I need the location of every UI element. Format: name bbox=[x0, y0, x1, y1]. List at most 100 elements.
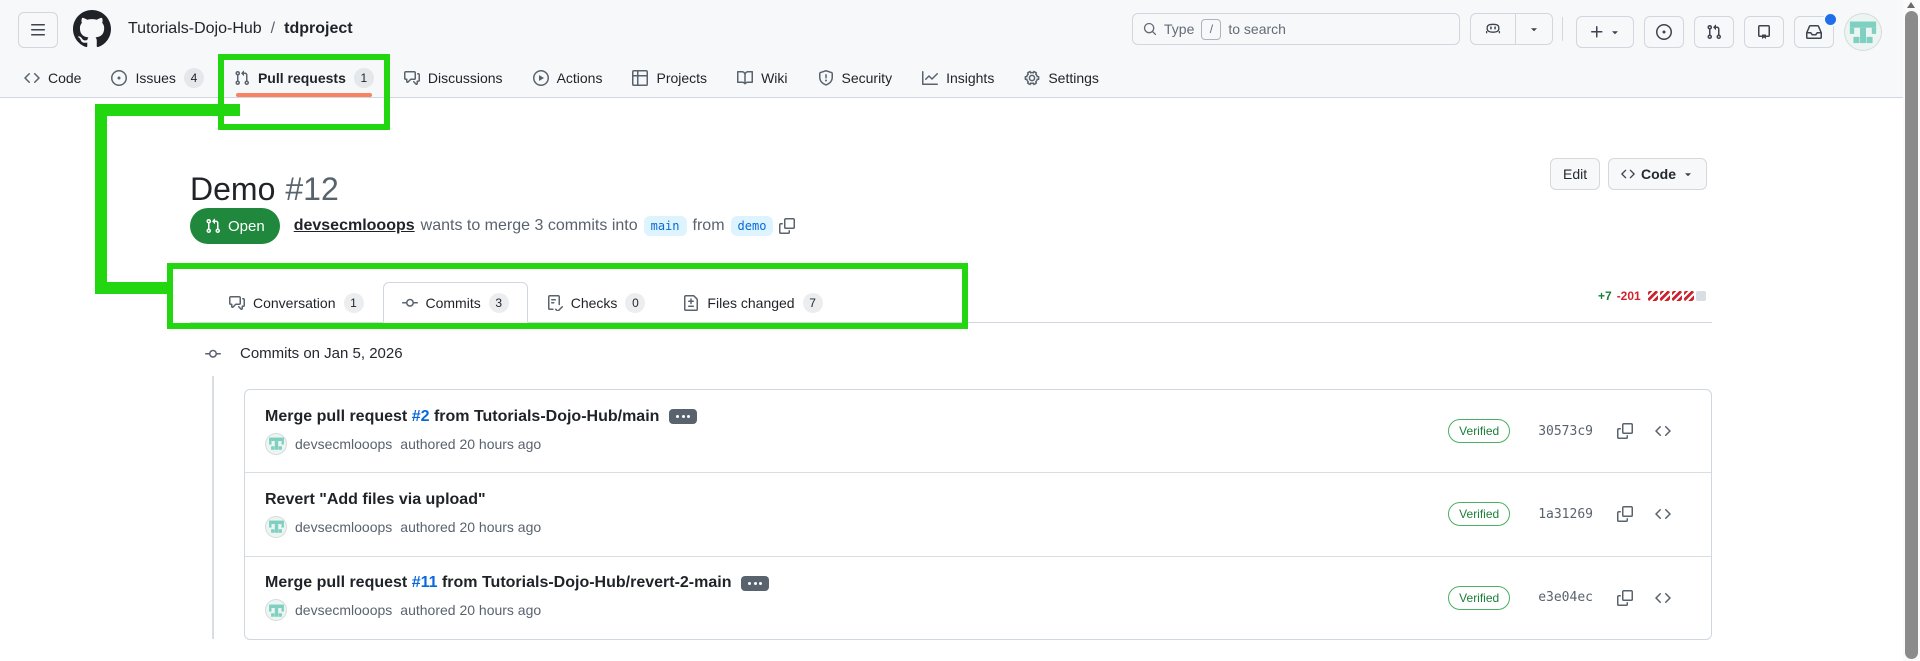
repo-nav-insights[interactable]: Insights bbox=[922, 58, 994, 98]
nav-label: Insights bbox=[946, 70, 995, 86]
browse-code-button[interactable] bbox=[1655, 423, 1671, 439]
head-branch-label[interactable]: demo bbox=[730, 216, 774, 236]
commit-author[interactable]: devsecmlooops bbox=[295, 436, 392, 452]
pr-author-link[interactable]: devsecmlooops bbox=[294, 217, 415, 235]
identicon-avatar-icon bbox=[1848, 17, 1878, 47]
pr-reference-link[interactable]: #11 bbox=[412, 574, 438, 592]
diffstat-blocks bbox=[1647, 291, 1706, 301]
repo-nav-actions[interactable]: Actions bbox=[533, 58, 603, 98]
repo-nav-wiki[interactable]: Wiki bbox=[737, 58, 788, 98]
commit-author-avatar[interactable] bbox=[265, 432, 287, 455]
nav-label: Pull requests bbox=[257, 70, 346, 86]
commit-authored-time: authored 20 hours ago bbox=[400, 602, 542, 619]
github-pr-page: Tutorials-Dojo-Hub / tdproject Type / to… bbox=[0, 0, 1920, 661]
verified-badge[interactable]: Verified bbox=[1448, 502, 1511, 527]
git-commit-icon bbox=[205, 346, 221, 362]
git-commit-icon bbox=[402, 295, 418, 311]
copy-sha-button[interactable] bbox=[1617, 423, 1633, 439]
identicon-avatar-icon bbox=[268, 602, 285, 619]
commit-row: Revert "Add files via upload" devsecmloo… bbox=[245, 472, 1711, 555]
bookmark-panel-button[interactable] bbox=[1744, 16, 1784, 48]
tab-checks[interactable]: Checks 0 bbox=[528, 282, 665, 323]
code-icon bbox=[1655, 423, 1671, 439]
play-icon bbox=[533, 70, 549, 86]
commit-actions: Verified 1a31269 bbox=[1448, 502, 1671, 527]
diffstat-block bbox=[1659, 291, 1670, 301]
repo-nav-issues[interactable]: Issues 4 bbox=[111, 58, 204, 98]
files-changed-count-badge: 7 bbox=[802, 292, 823, 313]
repo-nav-projects[interactable]: Projects bbox=[632, 58, 707, 98]
edit-button[interactable]: Edit bbox=[1550, 158, 1601, 190]
commit-author[interactable]: devsecmlooops bbox=[295, 602, 392, 618]
commits-date-header: Commits on Jan 5, 2026 bbox=[205, 345, 403, 362]
tab-files-changed[interactable]: Files changed 7 bbox=[664, 282, 841, 323]
browse-code-button[interactable] bbox=[1655, 506, 1671, 522]
diffstat: +7 -201 bbox=[1598, 289, 1712, 303]
search-placeholder-suffix: to search bbox=[1228, 21, 1286, 37]
commit-meta: devsecmlooops authored 20 hours ago bbox=[265, 599, 769, 622]
pull-requests-header-button[interactable] bbox=[1694, 16, 1734, 48]
bookmark-icon bbox=[1756, 24, 1772, 40]
commit-author-avatar[interactable] bbox=[265, 599, 287, 622]
user-avatar[interactable] bbox=[1844, 13, 1882, 51]
annotation-connector-vertical bbox=[95, 104, 107, 294]
repo-nav-settings[interactable]: Settings bbox=[1024, 58, 1099, 98]
repo-nav-code[interactable]: Code bbox=[24, 58, 81, 98]
header-divider bbox=[1562, 17, 1563, 41]
commits-count-badge: 3 bbox=[488, 292, 509, 313]
commit-author-avatar[interactable] bbox=[265, 515, 287, 538]
copy-icon bbox=[1617, 506, 1633, 522]
issues-count-badge: 4 bbox=[183, 68, 204, 88]
plus-icon bbox=[1589, 24, 1605, 40]
pr-reference-link[interactable]: #2 bbox=[412, 408, 430, 426]
scrollbar-up-arrow[interactable] bbox=[1907, 2, 1915, 8]
breadcrumb-separator: / bbox=[270, 20, 276, 37]
annotation-connector-top bbox=[95, 104, 240, 116]
repo-nav-discussions[interactable]: Discussions bbox=[404, 58, 503, 98]
nav-label: Security bbox=[841, 70, 893, 86]
merge-sentence: devsecmlooops wants to merge 3 commits i… bbox=[294, 216, 796, 236]
commit-title: Merge pull request #2 from Tutorials-Doj… bbox=[265, 408, 698, 426]
copilot-dropdown-button[interactable] bbox=[1515, 14, 1552, 44]
hamburger-menu-button[interactable] bbox=[18, 12, 58, 48]
vertical-scrollbar bbox=[1903, 0, 1920, 661]
commit-sha[interactable]: 30573c9 bbox=[1538, 424, 1593, 439]
github-logo[interactable] bbox=[72, 9, 112, 49]
commit-author[interactable]: devsecmlooops bbox=[295, 519, 392, 535]
base-branch-label[interactable]: main bbox=[643, 216, 687, 236]
commit-actions: Verified e3e04ec bbox=[1448, 585, 1671, 610]
browse-code-button[interactable] bbox=[1655, 590, 1671, 606]
repo-nav-pull-requests[interactable]: Pull requests 1 bbox=[217, 54, 390, 130]
shield-icon bbox=[818, 70, 834, 86]
checks-count-badge: 0 bbox=[625, 292, 646, 313]
search-input[interactable]: Type / to search bbox=[1132, 13, 1460, 45]
copy-sha-button[interactable] bbox=[1617, 590, 1633, 606]
code-dropdown-button[interactable]: Code bbox=[1608, 158, 1707, 190]
commit-sha[interactable]: 1a31269 bbox=[1538, 507, 1593, 522]
nav-label: Discussions bbox=[427, 70, 503, 86]
commit-message-ellipsis-button[interactable] bbox=[741, 575, 770, 591]
breadcrumb-org-link[interactable]: Tutorials-Dojo-Hub bbox=[128, 20, 262, 38]
copy-branch-button[interactable] bbox=[779, 218, 795, 234]
repo-nav-security[interactable]: Security bbox=[818, 58, 893, 98]
deletions-count: -201 bbox=[1616, 289, 1641, 303]
copy-sha-button[interactable] bbox=[1617, 506, 1633, 522]
copilot-button[interactable] bbox=[1471, 14, 1515, 44]
commit-sha[interactable]: e3e04ec bbox=[1538, 590, 1593, 605]
breadcrumb-repo-link[interactable]: tdproject bbox=[284, 20, 352, 38]
nav-label: Issues bbox=[135, 70, 176, 86]
nav-label: Settings bbox=[1048, 70, 1099, 86]
tab-conversation[interactable]: Conversation 1 bbox=[210, 282, 383, 323]
pr-state-badge: Open bbox=[190, 208, 280, 244]
create-new-button[interactable] bbox=[1576, 16, 1634, 48]
verified-badge[interactable]: Verified bbox=[1448, 419, 1511, 444]
inbox-wrap bbox=[1794, 12, 1838, 48]
verified-badge[interactable]: Verified bbox=[1448, 585, 1511, 610]
three-bars-icon bbox=[30, 22, 46, 38]
nav-label: Actions bbox=[556, 70, 603, 86]
tab-commits[interactable]: Commits 3 bbox=[382, 282, 528, 323]
commit-message-ellipsis-button[interactable] bbox=[669, 409, 698, 425]
scrollbar-thumb[interactable] bbox=[1905, 11, 1918, 659]
issues-header-button[interactable] bbox=[1644, 16, 1684, 48]
nav-label: Projects bbox=[656, 70, 708, 86]
